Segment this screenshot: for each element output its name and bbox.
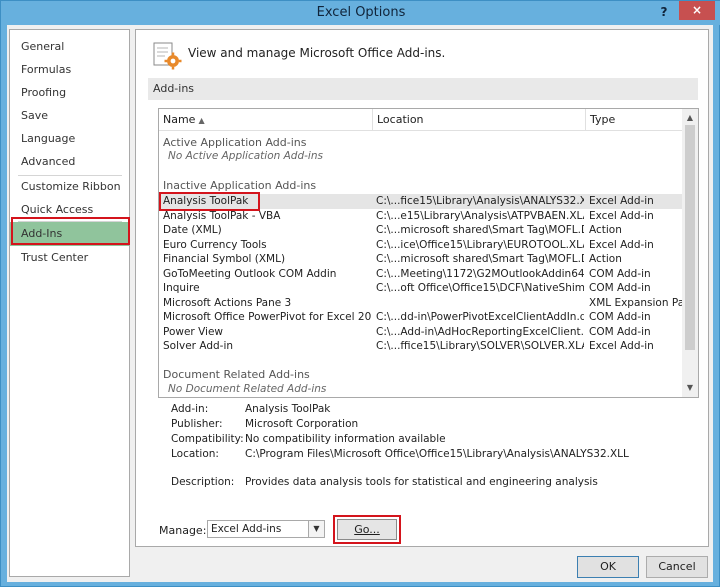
scroll-thumb[interactable] — [685, 125, 695, 350]
addin-location: C:\...Add-in\AdHocReportingExcelClient.d… — [376, 325, 584, 338]
help-button[interactable]: ? — [655, 3, 673, 21]
addin-type: Excel Add-in — [589, 195, 654, 207]
detail-publisher-label: Publisher: — [171, 418, 223, 430]
nav-item-customize-ribbon[interactable]: Customize Ribbon — [10, 176, 129, 198]
addin-location: C:\...microsoft shared\Smart Tag\MOFL.DL… — [376, 253, 584, 265]
detail-location-value: C:\Program Files\Microsoft Office\Office… — [245, 448, 629, 460]
column-header-location[interactable]: Location — [372, 109, 585, 131]
addin-name: Date (XML) — [163, 224, 222, 236]
addin-name: Solver Add-in — [163, 340, 234, 352]
addin-location — [376, 296, 584, 311]
group-active-empty: No Active Application Add-ins — [168, 150, 323, 162]
manage-label: Manage: — [159, 524, 207, 537]
table-row[interactable]: Power View C:\...Add-in\AdHocReportingEx… — [159, 325, 683, 340]
go-button[interactable]: Go... — [337, 519, 397, 540]
addin-location: C:\...dd-in\PowerPivotExcelClientAddIn.d… — [376, 311, 584, 323]
add-ins-panel: View and manage Microsoft Office Add-ins… — [135, 29, 709, 547]
manage-dropdown[interactable]: Excel Add-ins ▼ — [207, 520, 325, 538]
table-row[interactable]: Inquire C:\...oft Office\Office15\DCF\Na… — [159, 281, 683, 296]
panel-header-text: View and manage Microsoft Office Add-ins… — [188, 46, 446, 60]
options-navigation: General Formulas Proofing Save Language … — [9, 29, 130, 577]
addin-type: Excel Add-in — [589, 340, 654, 352]
column-header-type[interactable]: Type — [585, 109, 683, 131]
addin-location: C:\...e15\Library\Analysis\ATPVBAEN.XLAM — [376, 209, 584, 222]
sort-ascending-icon: ▲ — [198, 116, 205, 125]
addin-type: COM Add-in — [589, 325, 651, 338]
detail-addin-value: Analysis ToolPak — [245, 403, 331, 415]
addin-type: Excel Add-in — [589, 238, 654, 251]
addin-name: Analysis ToolPak — [163, 195, 249, 207]
addin-name: Power View — [163, 325, 224, 338]
addin-name: Microsoft Actions Pane 3 — [163, 296, 292, 309]
addin-name: Inquire — [163, 282, 200, 294]
table-row[interactable]: GoToMeeting Outlook COM Addin C:\...Meet… — [159, 267, 683, 282]
nav-item-formulas[interactable]: Formulas — [10, 59, 129, 81]
window-title: Excel Options — [316, 5, 406, 20]
table-row[interactable]: Solver Add-in C:\...ffice15\Library\SOLV… — [159, 339, 683, 354]
nav-item-advanced[interactable]: Advanced — [10, 151, 129, 173]
addin-name: GoToMeeting Outlook COM Addin — [163, 267, 337, 280]
addin-type: Excel Add-in — [589, 209, 654, 222]
table-row[interactable]: Microsoft Actions Pane 3 XML Expansion P… — [159, 296, 684, 311]
dialog-client-area: General Formulas Proofing Save Language … — [7, 25, 713, 582]
excel-options-dialog: Excel Options ? × General Formulas Proof… — [0, 0, 720, 587]
detail-publisher-value: Microsoft Corporation — [245, 418, 359, 430]
detail-description-label: Description: — [171, 476, 235, 488]
addin-name: Financial Symbol (XML) — [163, 253, 286, 265]
nav-item-trust-center[interactable]: Trust Center — [10, 247, 129, 269]
close-button[interactable]: × — [679, 1, 715, 20]
addin-location: C:\...oft Office\Office15\DCF\NativeShim… — [376, 282, 584, 294]
title-bar[interactable]: Excel Options ? × — [1, 1, 720, 25]
column-header-name[interactable]: Name ▲ — [159, 109, 372, 131]
table-row[interactable]: Microsoft Office PowerPivot for Excel 20… — [159, 310, 683, 325]
add-ins-list[interactable]: Name ▲ Location Type Active Application A… — [158, 108, 699, 398]
addin-name: Analysis ToolPak - VBA — [163, 209, 281, 222]
nav-item-quick-access-toolbar[interactable]: Quick Access Toolbar — [10, 199, 129, 238]
detail-description-value: Provides data analysis tools for statist… — [245, 476, 598, 488]
list-header: Name ▲ Location Type — [159, 109, 683, 131]
addin-location: C:\...Meeting\1172\G2MOutlookAddin64.dll — [376, 267, 584, 280]
manage-selected-value: Excel Add-ins — [211, 523, 282, 535]
add-ins-gear-icon — [153, 42, 182, 70]
group-document-empty: No Document Related Add-ins — [168, 383, 327, 395]
ok-button[interactable]: OK — [577, 556, 639, 578]
chevron-down-icon[interactable]: ▼ — [308, 521, 324, 537]
section-title: Add-ins — [148, 78, 698, 100]
group-inactive-title: Inactive Application Add-ins — [163, 179, 317, 192]
column-name-label: Name — [163, 113, 196, 126]
vertical-scrollbar[interactable]: ▲ ▼ — [682, 109, 698, 397]
addin-type: COM Add-in — [589, 282, 651, 294]
scroll-up-arrow-icon[interactable]: ▲ — [682, 111, 698, 125]
table-row[interactable]: Analysis ToolPak - VBA C:\...e15\Library… — [159, 209, 683, 224]
table-row[interactable]: Date (XML) C:\...microsoft shared\Smart … — [159, 223, 683, 238]
addin-name: Microsoft Office PowerPivot for Excel 20… — [163, 311, 371, 323]
detail-location-label: Location: — [171, 448, 219, 460]
table-row[interactable]: Euro Currency Tools C:\...ice\Office15\L… — [159, 238, 683, 253]
nav-item-general[interactable]: General — [10, 36, 129, 58]
addin-location: C:\...fice15\Library\Analysis\ANALYS32.X… — [376, 195, 584, 207]
nav-item-add-ins[interactable]: Add-Ins — [10, 222, 129, 246]
cancel-button[interactable]: Cancel — [646, 556, 708, 578]
addin-type: Action — [589, 253, 622, 265]
scroll-down-arrow-icon[interactable]: ▼ — [682, 381, 698, 395]
addin-location: C:\...ffice15\Library\SOLVER\SOLVER.XLAM — [376, 340, 584, 352]
addin-type: Action — [589, 224, 622, 236]
table-row[interactable]: Financial Symbol (XML) C:\...microsoft s… — [159, 252, 683, 267]
nav-item-language[interactable]: Language — [10, 128, 129, 150]
detail-addin-label: Add-in: — [171, 403, 209, 415]
addin-type: COM Add-in — [589, 311, 651, 323]
addin-name: Euro Currency Tools — [163, 238, 267, 251]
group-document-title: Document Related Add-ins — [163, 368, 310, 381]
addin-type: XML Expansion Pack — [589, 296, 684, 309]
addin-location: C:\...microsoft shared\Smart Tag\MOFL.DL… — [376, 224, 584, 236]
group-active-title: Active Application Add-ins — [163, 136, 307, 149]
addin-location: C:\...ice\Office15\Library\EUROTOOL.XLAM — [376, 238, 584, 251]
addin-type: COM Add-in — [589, 267, 651, 280]
detail-compat-value: No compatibility information available — [245, 433, 446, 445]
nav-item-save[interactable]: Save — [10, 105, 129, 127]
nav-item-proofing[interactable]: Proofing — [10, 82, 129, 104]
detail-compat-label: Compatibility: — [171, 433, 244, 445]
table-row[interactable]: Analysis ToolPak C:\...fice15\Library\An… — [159, 194, 683, 209]
